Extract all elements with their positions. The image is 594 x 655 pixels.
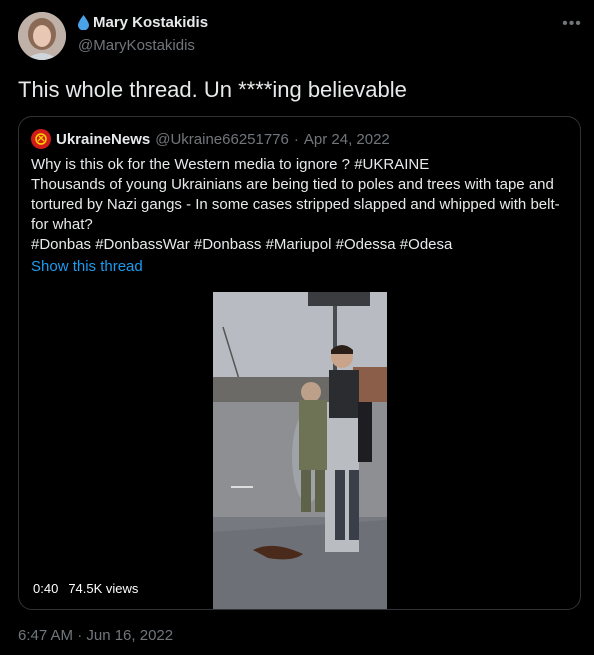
quoted-tweet-header: UkraineNews @Ukraine66251776 · Apr 24, 2…	[31, 129, 390, 149]
author-display-name[interactable]: Mary Kostakidis	[93, 14, 208, 31]
quoted-text-line: Thousands of young Ukrainians are being …	[31, 176, 554, 193]
show-thread-link[interactable]: Show this thread	[31, 258, 143, 275]
quoted-display-name[interactable]: UkraineNews	[56, 131, 150, 148]
quoted-avatar-icon[interactable]	[31, 129, 51, 149]
quoted-tweet[interactable]: UkraineNews @Ukraine66251776 · Apr 24, 2…	[18, 116, 581, 610]
video-meta: 0:40 74.5K views	[33, 581, 138, 596]
author-avatar[interactable]	[18, 12, 66, 60]
video-duration: 0:40	[33, 581, 59, 596]
author-name-row: Mary Kostakidis	[78, 14, 208, 31]
video-thumbnail[interactable]	[213, 292, 387, 609]
droplet-icon	[78, 15, 89, 30]
quoted-text: Why is this ok for the Western media to …	[31, 155, 566, 255]
tweet-text: This whole thread. Un ****ing believable	[18, 77, 407, 102]
quoted-handle[interactable]: @Ukraine66251776	[155, 131, 289, 148]
tweet: Mary Kostakidis @MaryKostakidis ••• This…	[0, 0, 594, 655]
video-views: 74.5K views	[68, 581, 139, 596]
quoted-hashtags[interactable]: #Donbas #DonbassWar #Donbass #Mariupol #…	[31, 235, 566, 255]
quoted-date[interactable]: Apr 24, 2022	[304, 131, 390, 148]
separator-dot: ·	[293, 130, 299, 148]
tweet-timestamp[interactable]: 6:47 AM · Jun 16, 2022	[18, 627, 173, 644]
more-options-icon[interactable]: •••	[562, 14, 582, 34]
author-handle[interactable]: @MaryKostakidis	[78, 37, 195, 54]
quoted-text-line: Why is this ok for the Western media to …	[31, 156, 430, 173]
quoted-text-line: tortured by Nazi gangs - In some cases s…	[31, 196, 560, 213]
quoted-text-line: for what?	[31, 216, 93, 233]
